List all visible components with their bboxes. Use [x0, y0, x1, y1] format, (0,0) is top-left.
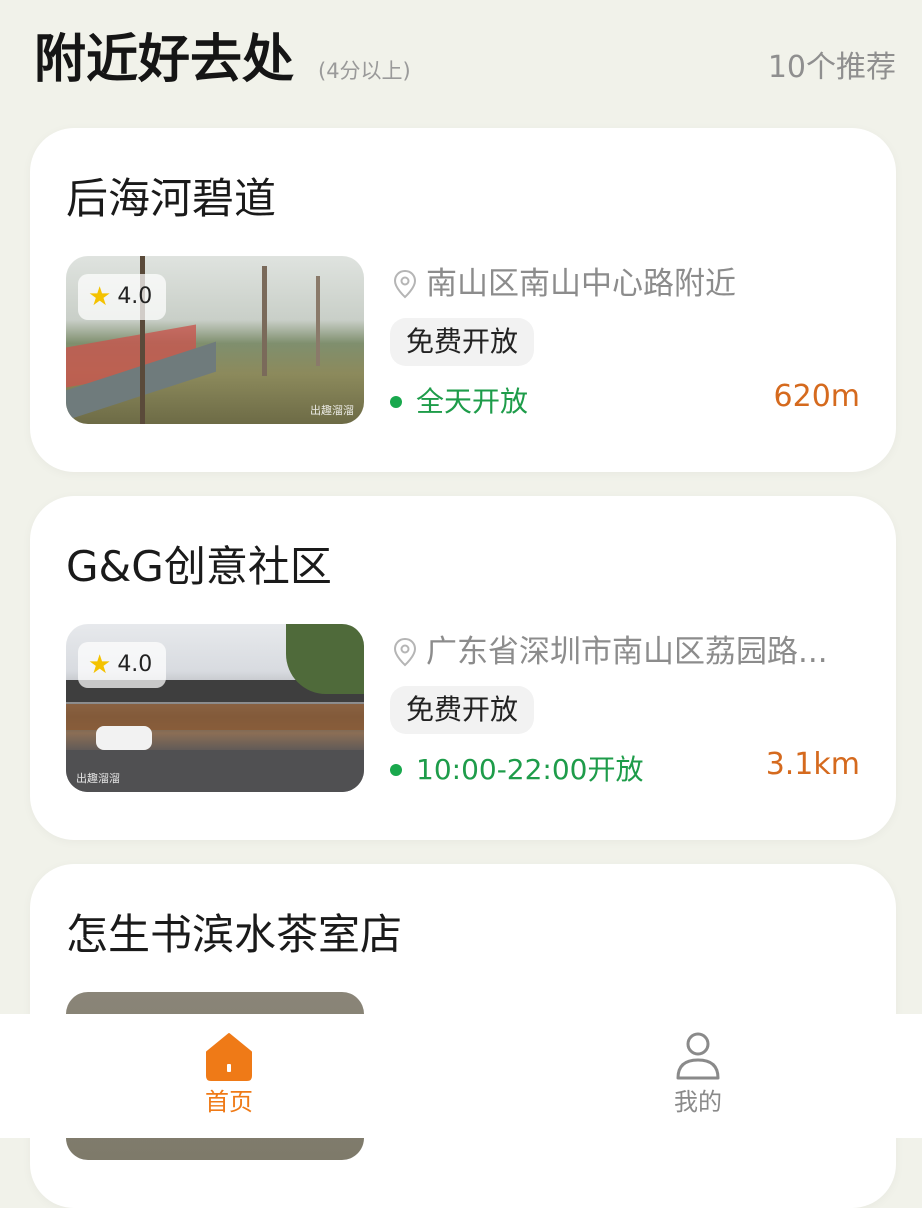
distance: 3.1km — [765, 747, 860, 782]
nav-profile-label: 我的 — [674, 1088, 722, 1116]
home-icon — [206, 1033, 252, 1081]
place-card[interactable]: 后海河碧道 ★ 4.0 出趣溜溜 南山区南山中心路附近 免费开放 全天开放 62… — [30, 128, 896, 472]
location-pin-icon — [393, 637, 417, 667]
place-photo[interactable]: ★ 4.0 出趣溜溜 — [66, 256, 364, 424]
place-address: 广东省深圳市南山区荔园路... — [392, 630, 862, 674]
place-name: 怎生书滨水茶室店 — [66, 910, 403, 959]
distance: 620m — [773, 379, 860, 414]
place-name: G&G创意社区 — [66, 542, 332, 591]
location-pin-icon — [393, 269, 417, 299]
rating-filter-note: (4分以上) — [318, 59, 411, 83]
hours-text: 全天开放 — [416, 385, 529, 418]
place-name: 后海河碧道 — [66, 174, 277, 223]
photo-watermark: 出趣溜溜 — [310, 404, 354, 417]
rating-badge: ★ 4.0 — [78, 642, 167, 688]
admission-tag: 免费开放 — [390, 686, 535, 734]
nav-home[interactable]: 首页 — [159, 1028, 299, 1128]
profile-icon — [676, 1032, 720, 1080]
star-icon: ★ — [88, 282, 112, 312]
address-text: 南山区南山中心路附近 — [426, 266, 736, 302]
nav-home-label: 首页 — [205, 1088, 253, 1116]
page-title: 附近好去处 — [34, 30, 295, 90]
recommendation-count: 10个推荐 — [767, 50, 896, 85]
address-text: 广东省深圳市南山区荔园路... — [426, 634, 828, 670]
open-status-dot — [390, 764, 402, 776]
page-header: 附近好去处 (4分以上) 10个推荐 — [0, 0, 922, 110]
place-card[interactable]: G&G创意社区 ★ 4.0 出趣溜溜 广东省深圳市南山区荔园路... 免费开放 … — [30, 496, 896, 840]
rating-badge: ★ 4.0 — [78, 274, 167, 320]
nav-profile[interactable]: 我的 — [628, 1028, 768, 1128]
hours-text: 10:00-22:00开放 — [416, 753, 644, 786]
star-icon: ★ — [88, 650, 112, 680]
rating-value: 4.0 — [117, 284, 153, 309]
place-address: 南山区南山中心路附近 — [392, 262, 862, 306]
bottom-navigation: 首页 我的 — [0, 1014, 922, 1138]
admission-tag: 免费开放 — [390, 318, 535, 366]
place-photo[interactable]: ★ 4.0 出趣溜溜 — [66, 624, 364, 792]
opening-hours: 10:00-22:00开放 — [390, 748, 644, 792]
opening-hours: 全天开放 — [390, 380, 528, 424]
photo-watermark: 出趣溜溜 — [76, 772, 120, 785]
rating-value: 4.0 — [117, 652, 153, 677]
open-status-dot — [390, 396, 402, 408]
